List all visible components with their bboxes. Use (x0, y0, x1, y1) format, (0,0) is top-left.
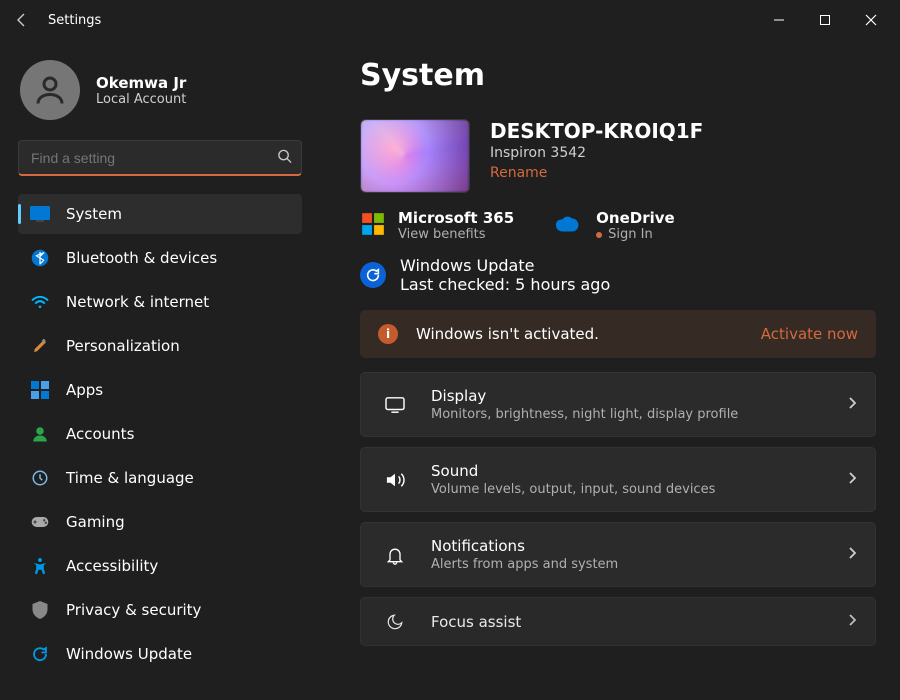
desktop-wallpaper-thumbnail[interactable] (360, 119, 470, 193)
update-title: Windows Update (400, 256, 610, 275)
windows-update-tile[interactable]: Windows Update Last checked: 5 hours ago (360, 256, 876, 294)
sidebar-item-label: Apps (66, 381, 103, 399)
device-name: DESKTOP-KROIQ1F (490, 119, 703, 143)
warning-dot-icon (596, 232, 602, 238)
rename-link[interactable]: Rename (490, 165, 547, 181)
card-subtitle: Alerts from apps and system (431, 557, 618, 572)
close-icon (865, 14, 877, 26)
paintbrush-icon (30, 336, 50, 356)
app-title: Settings (48, 13, 101, 28)
windows-update-circle-icon (360, 262, 386, 288)
sound-card[interactable]: Sound Volume levels, output, input, soun… (360, 447, 876, 512)
profile-account-type: Local Account (96, 92, 186, 107)
info-icon: i (378, 324, 398, 344)
apps-icon (30, 380, 50, 400)
sidebar-item-time-language[interactable]: Time & language (18, 458, 302, 498)
sidebar-item-label: Time & language (66, 469, 194, 487)
sidebar-item-label: Network & internet (66, 293, 209, 311)
sidebar-item-label: Windows Update (66, 645, 192, 663)
activation-text: Windows isn't activated. (416, 325, 761, 343)
sidebar-item-windows-update[interactable]: Windows Update (18, 634, 302, 674)
chevron-right-icon (847, 612, 857, 631)
sidebar-item-label: System (66, 205, 122, 223)
m365-title: Microsoft 365 (398, 209, 514, 227)
bluetooth-icon (30, 248, 50, 268)
account-icon (30, 424, 50, 444)
sidebar: Okemwa Jr Local Account System Bluetooth… (0, 40, 320, 700)
sidebar-item-personalization[interactable]: Personalization (18, 326, 302, 366)
moon-icon (379, 613, 411, 631)
card-title: Sound (431, 462, 715, 480)
chevron-right-icon (847, 470, 857, 489)
back-button[interactable] (6, 4, 38, 36)
wifi-icon (30, 292, 50, 312)
microsoft-365-icon (360, 211, 386, 241)
onedrive-title: OneDrive (596, 209, 675, 227)
sidebar-item-label: Accounts (66, 425, 134, 443)
gaming-icon (30, 512, 50, 532)
sound-icon (379, 471, 411, 489)
onedrive-tile[interactable]: OneDrive Sign In (554, 209, 675, 242)
update-icon (30, 644, 50, 664)
m365-sub: View benefits (398, 227, 514, 242)
card-title: Notifications (431, 537, 618, 555)
titlebar: Settings (0, 0, 900, 40)
minimize-icon (773, 14, 785, 26)
minimize-button[interactable] (756, 4, 802, 36)
chevron-right-icon (847, 545, 857, 564)
close-button[interactable] (848, 4, 894, 36)
display-icon (379, 396, 411, 414)
maximize-button[interactable] (802, 4, 848, 36)
avatar (20, 60, 80, 120)
sidebar-item-apps[interactable]: Apps (18, 370, 302, 410)
activation-warning: i Windows isn't activated. Activate now (360, 310, 876, 358)
device-summary: DESKTOP-KROIQ1F Inspiron 3542 Rename (360, 119, 876, 193)
content-area: System DESKTOP-KROIQ1F Inspiron 3542 Ren… (320, 40, 900, 700)
sidebar-item-label: Accessibility (66, 557, 158, 575)
card-title: Display (431, 387, 738, 405)
card-title: Focus assist (431, 613, 521, 631)
page-title: System (360, 58, 876, 93)
sidebar-item-privacy[interactable]: Privacy & security (18, 590, 302, 630)
profile-name: Okemwa Jr (96, 74, 186, 92)
sidebar-item-label: Bluetooth & devices (66, 249, 217, 267)
sidebar-item-accounts[interactable]: Accounts (18, 414, 302, 454)
onedrive-icon (554, 214, 584, 238)
focus-assist-card[interactable]: Focus assist (360, 597, 876, 646)
sidebar-item-label: Personalization (66, 337, 180, 355)
card-subtitle: Monitors, brightness, night light, displ… (431, 407, 738, 422)
sidebar-item-bluetooth[interactable]: Bluetooth & devices (18, 238, 302, 278)
activate-now-link[interactable]: Activate now (761, 325, 858, 343)
profile-block[interactable]: Okemwa Jr Local Account (18, 60, 302, 120)
arrow-left-icon (14, 12, 30, 28)
shield-icon (30, 600, 50, 620)
device-model: Inspiron 3542 (490, 145, 703, 161)
bell-icon (379, 545, 411, 565)
sidebar-item-label: Privacy & security (66, 601, 201, 619)
microsoft-365-tile[interactable]: Microsoft 365 View benefits (360, 209, 514, 242)
accessibility-icon (30, 556, 50, 576)
sidebar-item-gaming[interactable]: Gaming (18, 502, 302, 542)
clock-icon (30, 468, 50, 488)
search-input[interactable] (18, 140, 302, 176)
sidebar-item-accessibility[interactable]: Accessibility (18, 546, 302, 586)
chevron-right-icon (847, 395, 857, 414)
sidebar-item-label: Gaming (66, 513, 125, 531)
card-subtitle: Volume levels, output, input, sound devi… (431, 482, 715, 497)
onedrive-sub: Sign In (596, 227, 675, 242)
sidebar-item-network[interactable]: Network & internet (18, 282, 302, 322)
display-card[interactable]: Display Monitors, brightness, night ligh… (360, 372, 876, 437)
person-icon (32, 72, 68, 108)
notifications-card[interactable]: Notifications Alerts from apps and syste… (360, 522, 876, 587)
sidebar-item-system[interactable]: System (18, 194, 302, 234)
system-icon (30, 204, 50, 224)
update-sub: Last checked: 5 hours ago (400, 275, 610, 294)
maximize-icon (819, 14, 831, 26)
search-box (18, 140, 302, 176)
